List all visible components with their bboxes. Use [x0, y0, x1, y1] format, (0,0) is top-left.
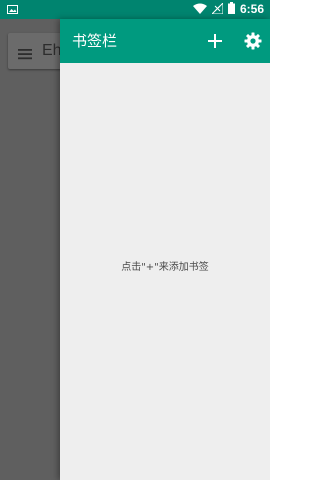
cellular-signal-icon: [210, 1, 224, 17]
plus-icon: [208, 34, 222, 48]
status-time: 6:56: [239, 2, 264, 16]
drawer-toolbar: 书签栏: [60, 19, 270, 63]
screen: 6:56 Eh 书签栏 点击"+"来添加书签: [0, 0, 270, 480]
add-bookmark-button[interactable]: [203, 29, 227, 53]
gear-icon: [244, 32, 262, 50]
battery-icon: [227, 2, 235, 17]
search-text: Eh: [42, 42, 62, 59]
settings-button[interactable]: [241, 29, 265, 53]
wifi-icon: [192, 3, 207, 17]
empty-bookmarks-hint: 点击"+"来添加书签: [121, 262, 209, 273]
image-notification-icon: [7, 4, 18, 17]
menu-icon[interactable]: [18, 45, 32, 64]
status-bar: 6:56: [0, 0, 270, 19]
drawer-title: 书签栏: [72, 32, 118, 50]
bookmarks-drawer: 书签栏 点击"+"来添加书签: [60, 19, 270, 480]
